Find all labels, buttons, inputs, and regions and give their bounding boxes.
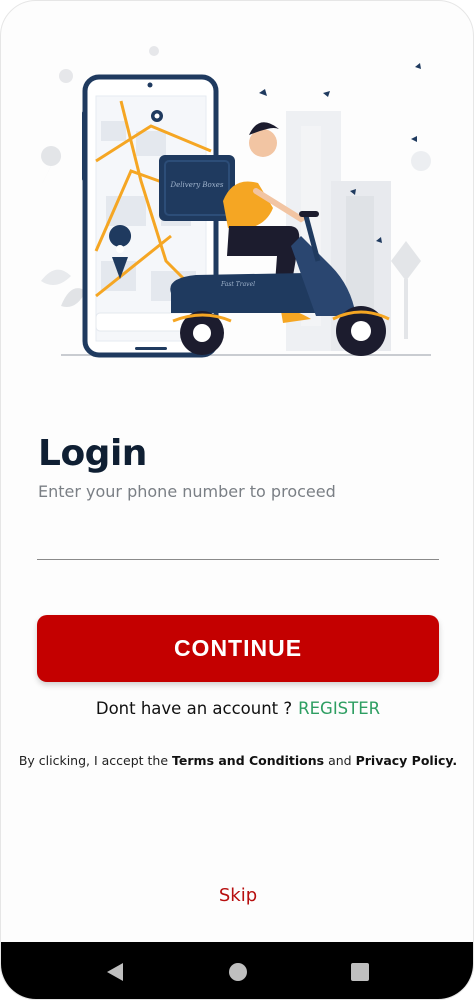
recents-icon[interactable]	[350, 962, 370, 982]
privacy-policy-link[interactable]: Privacy Policy.	[356, 753, 458, 768]
page-subtitle: Enter your phone number to proceed	[38, 482, 336, 501]
system-navigation-bar	[1, 942, 473, 999]
skip-button[interactable]: Skip	[1, 885, 473, 906]
page-title: Login	[38, 433, 147, 474]
register-prompt-text: Dont have an account ?	[95, 699, 293, 718]
terms-notice: By clicking, I accept the Terms and Cond…	[1, 753, 473, 768]
terms-and-conditions-link[interactable]: Terms and Conditions	[172, 753, 324, 768]
delivery-illustration: Delivery Boxes Fast Travel	[41, 46, 431, 358]
register-link[interactable]: REGISTER	[298, 699, 380, 718]
back-icon[interactable]	[105, 962, 125, 982]
scooter-logo-text: Fast Travel	[220, 281, 255, 288]
terms-and-text: and	[328, 753, 352, 768]
register-prompt: Dont have an account ? REGISTER	[1, 699, 473, 718]
home-icon[interactable]	[228, 962, 248, 982]
bag-logo-text: Delivery Boxes	[170, 181, 224, 189]
terms-prefix: By clicking, I accept the	[18, 753, 169, 768]
login-screen: Delivery Boxes Fast Travel Login Enter y…	[0, 0, 474, 1000]
phone-number-input[interactable]	[37, 521, 439, 560]
continue-button[interactable]: CONTINUE	[37, 615, 439, 682]
